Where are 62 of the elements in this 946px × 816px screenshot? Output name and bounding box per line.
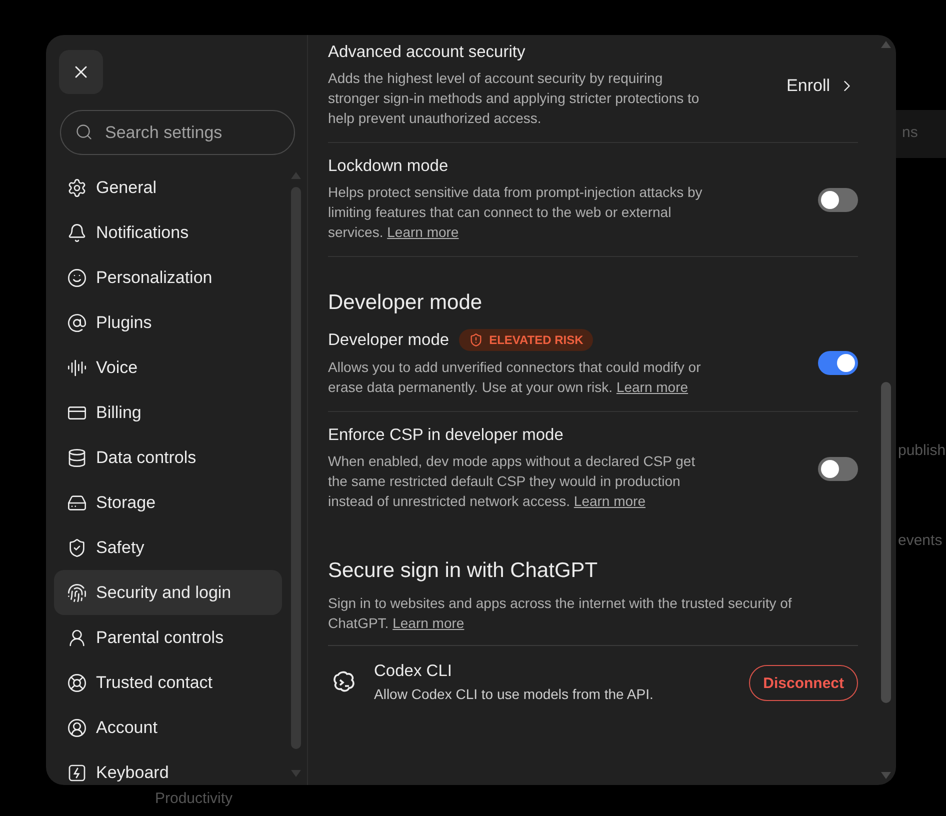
scroll-down-arrow-icon[interactable] bbox=[880, 771, 892, 781]
sound-wave-icon bbox=[67, 358, 87, 378]
sidebar-item[interactable]: Account bbox=[54, 705, 282, 750]
setting-title: Developer mode bbox=[328, 330, 450, 350]
sidebar-item[interactable]: Storage bbox=[54, 480, 282, 525]
setting-description: Sign in to websites and apps across the internet with the trusted security of ChatGPT. Learn more bbox=[328, 594, 793, 633]
background-text: publish bbox=[898, 442, 946, 459]
disconnect-button[interactable]: Disconnect bbox=[749, 665, 858, 701]
enroll-link[interactable]: Enroll bbox=[786, 76, 856, 96]
search-icon bbox=[75, 123, 93, 141]
setting-title: Enforce CSP in developer mode bbox=[328, 426, 564, 445]
scroll-up-arrow-icon[interactable] bbox=[880, 39, 892, 49]
setting-title: Lockdown mode bbox=[328, 157, 448, 176]
learn-more-link[interactable]: Learn more bbox=[574, 493, 646, 509]
setting-description: Helps protect sensitive data from prompt-injection attacks by limiting features that can connect to the web or external services. Learn more bbox=[328, 183, 704, 242]
fingerprint-icon bbox=[67, 582, 87, 602]
drive-icon bbox=[67, 492, 87, 512]
app-name: Codex CLI bbox=[374, 662, 453, 681]
lifebuoy-icon bbox=[67, 672, 87, 692]
sidebar-item[interactable]: Data controls bbox=[54, 435, 282, 480]
scrollbar[interactable] bbox=[880, 39, 892, 781]
user-circle-icon bbox=[67, 718, 87, 738]
scrollbar[interactable] bbox=[290, 170, 302, 779]
close-button[interactable] bbox=[59, 50, 103, 94]
sidebar-item[interactable]: General bbox=[54, 165, 282, 210]
sidebar-item[interactable]: Trusted contact bbox=[54, 660, 282, 705]
scroll-down-arrow-icon[interactable] bbox=[290, 769, 302, 779]
section-heading: Developer mode bbox=[328, 291, 484, 315]
search-field[interactable]: Search settings bbox=[60, 110, 295, 155]
sidebar-item[interactable]: Plugins bbox=[54, 300, 282, 345]
person-icon bbox=[67, 628, 87, 648]
learn-more-link[interactable]: Learn more bbox=[616, 379, 688, 395]
section-heading: Secure sign in with ChatGPT bbox=[328, 559, 599, 583]
toggle-switch[interactable] bbox=[818, 188, 858, 212]
setting-description: When enabled, dev mode apps without a declared CSP get the same restricted default CSP they would in production instead of unrestricted network access. Learn more bbox=[328, 452, 696, 511]
sidebar-item[interactable]: Voice bbox=[54, 345, 282, 390]
sidebar-item[interactable]: Personalization bbox=[54, 255, 282, 300]
at-sign-icon bbox=[67, 312, 87, 332]
bolt-square-icon bbox=[67, 762, 87, 782]
background-text: Productivity bbox=[155, 790, 233, 807]
sidebar-item[interactable]: Billing bbox=[54, 390, 282, 435]
app-description: Allow Codex CLI to use models from the API. bbox=[374, 685, 654, 704]
shield-check-icon bbox=[67, 538, 87, 558]
learn-more-link[interactable]: Learn more bbox=[387, 224, 459, 240]
sidebar-item[interactable]: Notifications bbox=[54, 210, 282, 255]
background-text: events bbox=[898, 532, 942, 549]
sidebar-item[interactable]: Safety bbox=[54, 525, 282, 570]
sidebar-item[interactable]: Security and login bbox=[54, 570, 282, 615]
toggle-switch[interactable] bbox=[818, 351, 858, 375]
smile-icon bbox=[67, 268, 87, 288]
learn-more-link[interactable]: Learn more bbox=[392, 615, 464, 631]
risk-badge: ELEVATED RISK bbox=[459, 329, 594, 351]
sidebar-item[interactable]: Keyboard bbox=[54, 750, 282, 785]
database-icon bbox=[67, 448, 87, 468]
setting-description: Allows you to add unverified connectors that could modify or erase data permanently. Use at your own risk. Learn more bbox=[328, 358, 702, 397]
setting-description: Adds the highest level of account security by requiring stronger sign-in methods and applying stricter protections to help prevent unauthorized access. bbox=[328, 69, 700, 128]
gear-icon bbox=[67, 178, 87, 198]
bell-icon bbox=[67, 222, 87, 242]
toggle-switch[interactable] bbox=[818, 456, 858, 480]
sidebar-item[interactable]: Parental controls bbox=[54, 615, 282, 660]
setting-title: Advanced account security bbox=[328, 43, 526, 62]
scroll-up-arrow-icon[interactable] bbox=[290, 170, 302, 180]
